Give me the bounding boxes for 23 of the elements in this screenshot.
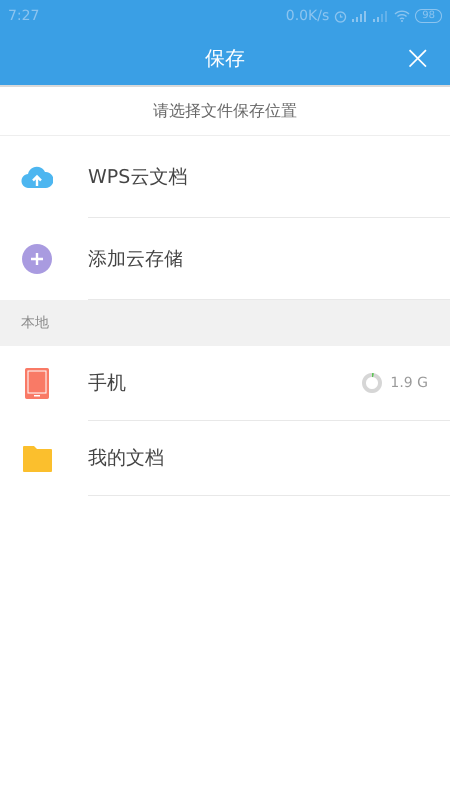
location-item[interactable]: 我的文档 [0, 421, 450, 496]
signal-icon [373, 10, 390, 22]
alarm-icon [334, 10, 348, 22]
wifi-icon [394, 10, 410, 22]
folder-icon [22, 446, 52, 472]
location-label: WPS云文档 [88, 164, 188, 190]
status-time: 7:27 [8, 8, 40, 24]
cloud-upload-icon [21, 165, 53, 189]
location-label: 添加云存储 [88, 246, 184, 272]
add-icon [22, 244, 52, 274]
location-item[interactable]: WPS云文档 [0, 136, 450, 218]
signal-icon [352, 10, 368, 22]
storage-ring-icon [362, 373, 382, 393]
location-label: 我的文档 [88, 446, 165, 471]
location-label: 手机 [88, 371, 127, 396]
battery-indicator: 98 [415, 9, 442, 23]
storage-size: 1.9 G [390, 375, 428, 391]
tablet-icon [25, 368, 49, 399]
location-item[interactable]: 手机 1.9 G [0, 346, 450, 421]
section-header: 本地 [0, 300, 450, 346]
prompt-text: 请选择文件保存位置 [0, 87, 450, 136]
dialog-title: 保存 [205, 45, 245, 72]
network-speed: 0.0K/s [286, 8, 330, 24]
